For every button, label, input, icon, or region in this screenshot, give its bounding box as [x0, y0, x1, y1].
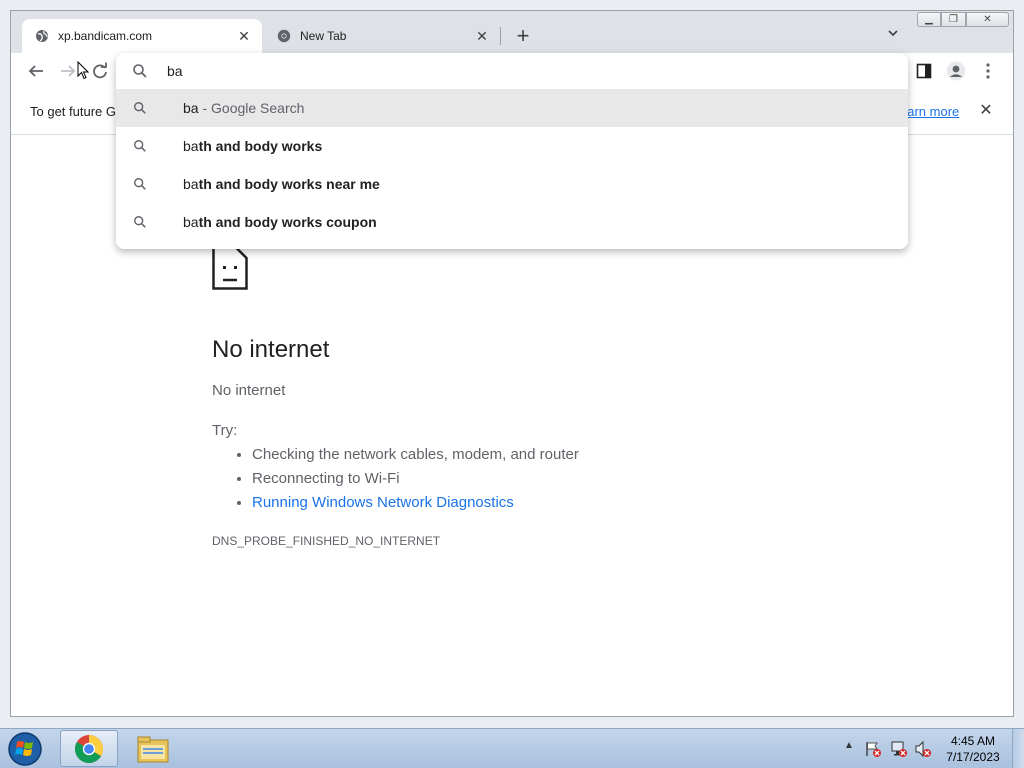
error-title: No internet [212, 336, 330, 363]
suggestion-suffix: - Google Search [198, 100, 305, 116]
minimize-icon[interactable]: ▁ [917, 12, 941, 27]
sad-document-icon [212, 246, 248, 295]
suggestion-completion: th and body works near me [198, 176, 380, 192]
suggestion-typed: ba [183, 100, 199, 116]
suggestion-item[interactable]: ba th and body works [116, 127, 908, 165]
globe-icon [34, 28, 50, 44]
list-item: Running Windows Network Diagnostics [252, 494, 579, 518]
tab-separator [500, 27, 501, 45]
search-icon [132, 138, 148, 154]
back-arrow-icon[interactable] [24, 59, 48, 83]
tab-title: xp.bandicam.com [58, 29, 153, 43]
tab-new-tab[interactable]: New Tab ✕ [264, 19, 500, 53]
reload-icon[interactable] [88, 59, 112, 83]
volume-muted-icon[interactable] [914, 740, 932, 758]
show-hidden-icons-button[interactable]: ▲ [842, 740, 856, 756]
search-icon [132, 176, 148, 192]
action-center-flag-icon[interactable] [864, 740, 882, 758]
search-icon [132, 63, 148, 79]
more-menu-icon[interactable] [976, 59, 1000, 83]
desktop-background-left [0, 0, 10, 728]
profile-avatar-icon[interactable] [944, 59, 968, 83]
folder-icon [137, 736, 169, 762]
chrome-icon [75, 734, 103, 763]
desktop-background [0, 0, 1024, 10]
search-icon [132, 214, 148, 230]
suggestion-item[interactable]: ba th and body works near me [116, 165, 908, 203]
show-desktop-button[interactable] [1012, 729, 1024, 768]
taskbar-chrome-button[interactable] [60, 730, 118, 767]
network-icon[interactable] [890, 740, 908, 758]
side-panel-icon[interactable] [912, 59, 936, 83]
chevron-down-icon[interactable] [882, 26, 904, 46]
clock-date: 7/17/2023 [946, 750, 1000, 764]
chrome-icon [276, 28, 292, 44]
desktop-background-bottom [0, 717, 1024, 728]
suggestions-list: Checking the network cables, modem, and … [212, 446, 579, 518]
close-icon[interactable]: ✕ [966, 12, 1009, 27]
close-icon[interactable]: ✕ [976, 101, 996, 121]
address-bar-input[interactable] [167, 61, 867, 81]
network-diagnostics-link[interactable]: Running Windows Network Diagnostics [252, 494, 514, 511]
infobar-message: To get future G [30, 104, 116, 119]
maximize-icon[interactable]: ❐ [941, 12, 966, 27]
taskbar-explorer-button[interactable] [126, 730, 180, 767]
list-item: Reconnecting to Wi-Fi [252, 470, 579, 494]
desktop-background-right [1014, 0, 1024, 728]
suggestion-item[interactable]: ba th and body works coupon [116, 203, 908, 241]
search-icon [132, 100, 148, 116]
suggestion-item[interactable]: ba - Google Search [116, 89, 908, 127]
tab-xp-bandicam[interactable]: xp.bandicam.com ✕ [22, 19, 262, 53]
tab-title: New Tab [300, 29, 347, 43]
close-tab-icon[interactable]: ✕ [474, 28, 490, 44]
suggestion-typed: ba [183, 214, 199, 230]
suggestion-completion: th and body works [198, 138, 323, 154]
error-code: DNS_PROBE_FINISHED_NO_INTERNET [212, 534, 441, 548]
list-item: Checking the network cables, modem, and … [252, 446, 579, 470]
error-subtitle: No internet [212, 382, 286, 399]
start-button[interactable] [4, 729, 46, 768]
suggestion-typed: ba [183, 176, 199, 192]
clock-time: 4:45 AM [950, 734, 996, 748]
close-tab-icon[interactable]: ✕ [236, 28, 252, 44]
suggestion-typed: ba [183, 138, 199, 154]
suggestion-completion: th and body works coupon [198, 214, 377, 230]
learn-more-link[interactable]: earn more [900, 104, 959, 119]
mouse-cursor-icon [77, 60, 90, 85]
new-tab-button[interactable]: + [512, 25, 534, 47]
clock[interactable]: 4:45 AM 7/17/2023 [944, 733, 1002, 765]
try-label: Try: [212, 422, 238, 439]
